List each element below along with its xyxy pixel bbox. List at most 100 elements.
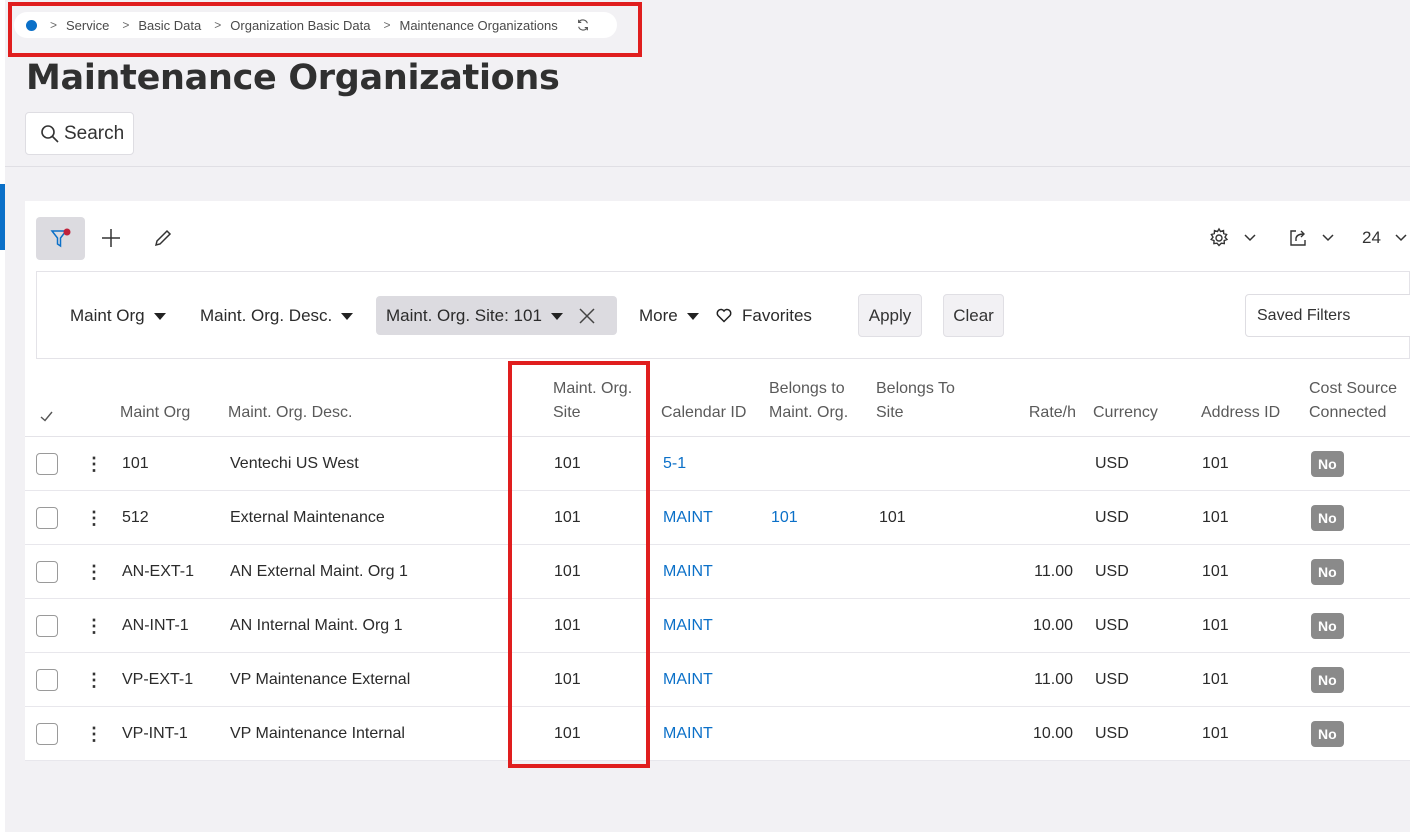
heart-icon bbox=[716, 308, 732, 323]
clear-button[interactable]: Clear bbox=[943, 294, 1004, 337]
cell-calendar-id[interactable]: MAINT bbox=[663, 545, 713, 599]
row-checkbox[interactable] bbox=[36, 561, 58, 583]
favorites-label: Favorites bbox=[742, 305, 812, 325]
row-checkbox[interactable] bbox=[36, 453, 58, 475]
header-maint-org-desc[interactable]: Maint. Org. Desc. bbox=[228, 401, 352, 425]
row-checkbox[interactable] bbox=[36, 669, 58, 691]
cell-calendar-id[interactable]: 5-1 bbox=[663, 437, 686, 491]
filter-toggle-button[interactable] bbox=[36, 217, 85, 260]
header-belongs-org-line2: Maint. Org. bbox=[769, 404, 849, 421]
cell-currency: USD bbox=[1095, 509, 1129, 526]
header-belongs-site-line2: Site bbox=[876, 404, 904, 421]
filter-maint-org-site-label: Maint. Org. Site: 101 bbox=[386, 305, 542, 325]
chevron-down-icon bbox=[1395, 234, 1407, 242]
cell-calendar-id[interactable]: MAINT bbox=[663, 599, 713, 653]
status-badge: No bbox=[1311, 505, 1344, 531]
header-belongs-to-maint-org[interactable]: Belongs to Maint. Org. bbox=[769, 377, 848, 425]
search-button[interactable]: Search bbox=[25, 112, 134, 155]
row-menu-icon[interactable]: ⋮ bbox=[85, 437, 103, 491]
breadcrumb-highlight-box bbox=[8, 2, 642, 57]
row-menu-icon[interactable]: ⋮ bbox=[85, 653, 103, 707]
cell-cost-source-connected: No bbox=[1311, 437, 1344, 491]
settings-menu-button[interactable] bbox=[1208, 225, 1256, 251]
left-rail-accent bbox=[0, 184, 5, 250]
cell-maint-org: AN-INT-1 bbox=[122, 617, 189, 634]
header-cost-source-connected[interactable]: Cost Source Connected bbox=[1309, 377, 1397, 425]
row-menu-icon[interactable]: ⋮ bbox=[85, 491, 103, 545]
cell-maint-org: AN-EXT-1 bbox=[122, 563, 195, 580]
caret-down-icon bbox=[550, 312, 563, 320]
filter-maint-org-site[interactable]: Maint. Org. Site: 101 bbox=[376, 296, 617, 335]
table-row[interactable]: ⋮ AN-INT-1 AN Internal Maint. Org 1 101 MAIN… bbox=[25, 599, 1410, 653]
cell-calendar-id[interactable]: MAINT bbox=[663, 707, 713, 761]
cell-calendar-id[interactable]: MAINT bbox=[663, 491, 713, 545]
row-menu-icon[interactable]: ⋮ bbox=[85, 707, 103, 761]
export-menu-button[interactable] bbox=[1288, 225, 1334, 251]
header-cost-line2: Connected bbox=[1309, 404, 1387, 421]
cell-maint-org-desc: External Maintenance bbox=[230, 509, 385, 526]
caret-down-icon bbox=[153, 312, 166, 320]
table-row[interactable]: ⋮ 101 Ventechi US West 101 5-1 USD 101 No bbox=[25, 437, 1410, 491]
table-row[interactable]: ⋮ VP-EXT-1 VP Maintenance External 101 MAINT… bbox=[25, 653, 1410, 707]
table-row[interactable]: ⋮ AN-EXT-1 AN External Maint. Org 1 101 MAIN… bbox=[25, 545, 1410, 599]
row-select-cell bbox=[36, 707, 58, 761]
cell-address-id: 101 bbox=[1202, 455, 1229, 472]
left-rail bbox=[0, 0, 5, 832]
header-maint-org[interactable]: Maint Org bbox=[120, 401, 190, 425]
cell-cost-source-connected: No bbox=[1311, 545, 1344, 599]
cell-belongs-to-maint-org[interactable]: 101 bbox=[771, 491, 798, 545]
cell-currency: USD bbox=[1095, 725, 1129, 742]
row-select-cell bbox=[36, 653, 58, 707]
table-row[interactable]: ⋮ VP-INT-1 VP Maintenance Internal 101 MAINT… bbox=[25, 707, 1410, 761]
filter-maint-org[interactable]: Maint Org bbox=[70, 296, 166, 335]
header-rate[interactable]: Rate/h bbox=[1000, 401, 1076, 425]
cell-maint-org: VP-EXT-1 bbox=[122, 671, 194, 688]
cell-rate: 11.00 bbox=[1034, 563, 1073, 580]
filter-more[interactable]: More bbox=[639, 296, 699, 335]
apply-button[interactable]: Apply bbox=[858, 294, 922, 337]
header-belongs-to-site[interactable]: Belongs To Site bbox=[876, 377, 955, 425]
favorites-button[interactable]: Favorites bbox=[716, 296, 812, 335]
edit-button[interactable] bbox=[145, 220, 181, 256]
header-cost-line1: Cost Source bbox=[1309, 380, 1398, 397]
add-button[interactable] bbox=[93, 220, 129, 256]
row-checkbox[interactable] bbox=[36, 615, 58, 637]
cell-calendar-id[interactable]: MAINT bbox=[663, 653, 713, 707]
search-button-label: Search bbox=[64, 122, 125, 144]
cell-address-id: 101 bbox=[1202, 563, 1229, 580]
cell-currency: USD bbox=[1095, 563, 1129, 580]
header-currency[interactable]: Currency bbox=[1093, 401, 1158, 425]
page-size-select[interactable]: 24 bbox=[1362, 225, 1407, 251]
cell-currency: USD bbox=[1095, 671, 1129, 688]
cell-maint-org: VP-INT-1 bbox=[122, 725, 188, 742]
cell-rate bbox=[1000, 491, 1073, 545]
page-size-value: 24 bbox=[1362, 228, 1381, 247]
cell-address-id: 101 bbox=[1202, 617, 1229, 634]
row-select-cell bbox=[36, 599, 58, 653]
close-icon[interactable] bbox=[579, 307, 595, 324]
row-select-cell bbox=[36, 437, 58, 491]
header-calendar-id[interactable]: Calendar ID bbox=[661, 401, 746, 425]
status-badge: No bbox=[1311, 721, 1344, 747]
cell-maint-org-desc: Ventechi US West bbox=[230, 455, 359, 472]
table-row[interactable]: ⋮ 512 External Maintenance 101 MAINT 101 101 US… bbox=[25, 491, 1410, 545]
header-address-id[interactable]: Address ID bbox=[1201, 401, 1280, 425]
cell-currency: USD bbox=[1095, 455, 1129, 472]
select-all-check-icon[interactable] bbox=[40, 411, 53, 422]
filter-maint-org-desc-label: Maint. Org. Desc. bbox=[200, 305, 333, 325]
cell-rate: 11.00 bbox=[1034, 671, 1073, 688]
filter-maint-org-desc[interactable]: Maint. Org. Desc. bbox=[200, 296, 354, 335]
cell-rate: 10.00 bbox=[1032, 617, 1073, 634]
status-badge: No bbox=[1311, 559, 1344, 585]
row-checkbox[interactable] bbox=[36, 507, 58, 529]
header-belongs-org-line1: Belongs to bbox=[769, 380, 845, 397]
header-belongs-site-line1: Belongs To bbox=[876, 380, 955, 397]
row-menu-icon[interactable]: ⋮ bbox=[85, 545, 103, 599]
page-title: Maintenance Organizations bbox=[26, 58, 560, 98]
row-checkbox[interactable] bbox=[36, 723, 58, 745]
filter-icon bbox=[49, 228, 70, 247]
saved-filters-select[interactable]: Saved Filters bbox=[1245, 294, 1410, 337]
chevron-down-icon bbox=[1322, 234, 1334, 242]
row-menu-icon[interactable]: ⋮ bbox=[85, 599, 103, 653]
cell-address-id: 101 bbox=[1202, 671, 1229, 688]
